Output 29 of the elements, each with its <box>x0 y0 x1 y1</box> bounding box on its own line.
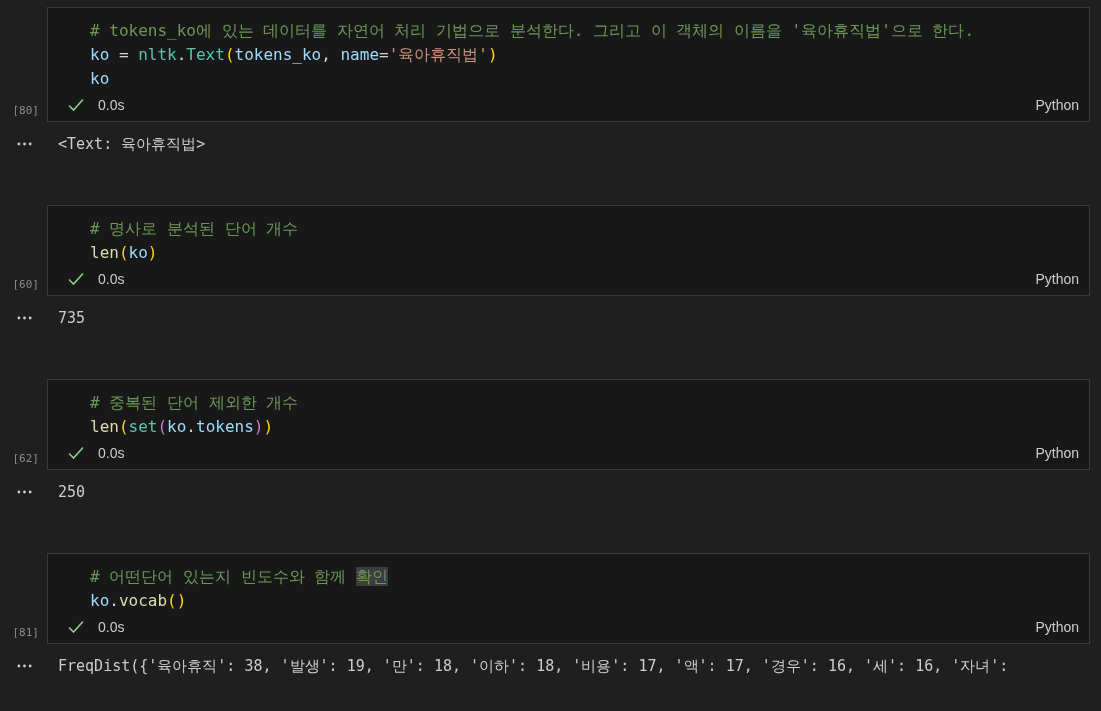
code-line: ko = nltk.Text(tokens_ko, name='육아휴직법') <box>90 44 499 66</box>
execution-count: [81] <box>12 626 40 641</box>
execution-time: 0.0s <box>98 445 125 461</box>
execution-time: 0.0s <box>98 619 125 635</box>
cell-output: <Text: 육아휴직법> <box>58 134 206 154</box>
code-cell[interactable]: # 명사로 분석된 단어 개수 len(ko) 0.0s Python <box>47 205 1090 296</box>
execution-count: [62] <box>12 452 40 467</box>
code-line: len(set(ko.tokens)) <box>90 416 275 438</box>
code-cell[interactable]: # 중복된 단어 제외한 개수 len(set(ko.tokens)) 0.0s Python <box>47 379 1090 470</box>
cell-output: 735 <box>58 309 86 327</box>
code-line: # 명사로 분석된 단어 개수 <box>90 218 300 240</box>
code-line: # 어떤단어 있는지 빈도수와 함께 확인 <box>90 566 389 588</box>
language-label[interactable]: Python <box>1035 445 1079 461</box>
code-line: # 중복된 단어 제외한 개수 <box>90 392 300 414</box>
language-label[interactable]: Python <box>1035 97 1079 113</box>
language-label[interactable]: Python <box>1035 619 1079 635</box>
code-cell[interactable]: # 어떤단어 있는지 빈도수와 함께 확인 ko.vocab() 0.0s Python <box>47 553 1090 644</box>
language-label[interactable]: Python <box>1035 271 1079 287</box>
code-line: ko.vocab() <box>90 590 188 612</box>
execution-count: [80] <box>12 104 40 119</box>
cell-output: FreqDist({'육아휴직': 38, '발생': 19, '만': 18, '이하': 18, '비용': 17, '액': 17, '경우': 16, '세': 16, '자녀': <box>58 656 1009 676</box>
execution-time: 0.0s <box>98 97 125 113</box>
code-line: # tokens_ko에 있는 데이터를 자연어 처리 기법으로 분석한다. 그리고 이 객체의 이름을 '육아휴직법'으로 한다. <box>90 20 976 42</box>
cell-output: 250 <box>58 483 86 501</box>
execution-time: 0.0s <box>98 271 125 287</box>
code-line: ko <box>90 68 111 90</box>
code-cell[interactable]: # tokens_ko에 있는 데이터를 자연어 처리 기법으로 분석한다. 그리고 이 객체의 이름을 '육아휴직법'으로 한다. ko = nltk.Text(tokens_ko, name='육아휴직법') ko 0.0s Python <box>47 7 1090 122</box>
execution-count: [60] <box>12 278 40 293</box>
code-line: len(ko) <box>90 242 159 264</box>
